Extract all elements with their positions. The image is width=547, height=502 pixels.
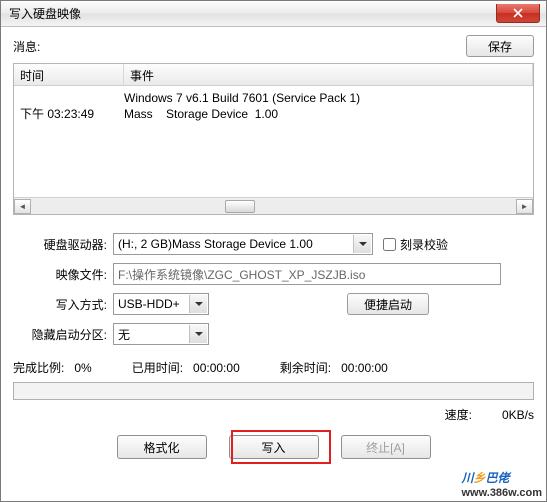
- speed-label: 速度:: [445, 406, 472, 423]
- remain-label: 剩余时间:: [280, 359, 331, 376]
- chevron-down-icon: [353, 235, 371, 253]
- chevron-down-icon: [189, 295, 207, 313]
- col-event-header[interactable]: 事件: [124, 64, 533, 85]
- image-label: 映像文件:: [13, 266, 113, 283]
- write-button[interactable]: 写入: [229, 435, 319, 459]
- done-label: 完成比例:: [13, 359, 64, 376]
- close-button[interactable]: [496, 4, 540, 23]
- scroll-thumb[interactable]: [225, 200, 255, 213]
- quick-boot-button[interactable]: 便捷启动: [347, 293, 429, 315]
- close-icon: [513, 8, 523, 18]
- drive-label: 硬盘驱动器:: [13, 236, 113, 253]
- log-body: Windows 7 v6.1 Build 7601 (Service Pack …: [14, 86, 533, 197]
- progress-stats: 完成比例: 0% 已用时间: 00:00:00 剩余时间: 00:00:00: [13, 359, 534, 376]
- speed-value: 0KB/s: [502, 408, 534, 422]
- col-time-header[interactable]: 时间: [14, 64, 124, 85]
- watermark: 川乡巴佬 www.386w.com: [462, 469, 543, 499]
- write-mode-label: 写入方式:: [13, 296, 113, 313]
- hide-partition-label: 隐藏启动分区:: [13, 326, 113, 343]
- elapsed-label: 已用时间:: [132, 359, 183, 376]
- progress-bar: [13, 382, 534, 400]
- scroll-track[interactable]: [31, 199, 516, 214]
- button-row: 格式化 写入 终止[A]: [13, 435, 534, 459]
- scroll-right-icon[interactable]: ►: [516, 199, 533, 214]
- chevron-down-icon: [189, 325, 207, 343]
- abort-button: 终止[A]: [341, 435, 431, 459]
- drive-select[interactable]: (H:, 2 GB)Mass Storage Device 1.00: [113, 233, 373, 255]
- log-area: 时间 事件 Windows 7 v6.1 Build 7601 (Service…: [13, 63, 534, 215]
- window-title: 写入硬盘映像: [9, 5, 81, 22]
- log-header: 时间 事件: [14, 64, 533, 86]
- write-mode-select[interactable]: USB-HDD+: [113, 293, 209, 315]
- scroll-left-icon[interactable]: ◄: [14, 199, 31, 214]
- horizontal-scrollbar[interactable]: ◄ ►: [14, 197, 533, 214]
- hide-partition-select[interactable]: 无: [113, 323, 209, 345]
- verify-checkbox[interactable]: 刻录校验: [383, 236, 448, 253]
- format-button[interactable]: 格式化: [117, 435, 207, 459]
- done-value: 0%: [74, 361, 91, 375]
- elapsed-value: 00:00:00: [193, 361, 240, 375]
- speed-row: 速度: 0KB/s: [13, 406, 534, 423]
- titlebar: 写入硬盘映像: [1, 1, 546, 27]
- save-button[interactable]: 保存: [466, 35, 534, 57]
- image-path-input[interactable]: [113, 263, 501, 285]
- log-row: 下午 03:23:49Mass Storage Device 1.00: [20, 106, 527, 122]
- message-label: 消息:: [13, 38, 40, 55]
- remain-value: 00:00:00: [341, 361, 388, 375]
- log-row: Windows 7 v6.1 Build 7601 (Service Pack …: [20, 90, 527, 106]
- verify-checkbox-input[interactable]: [383, 238, 396, 251]
